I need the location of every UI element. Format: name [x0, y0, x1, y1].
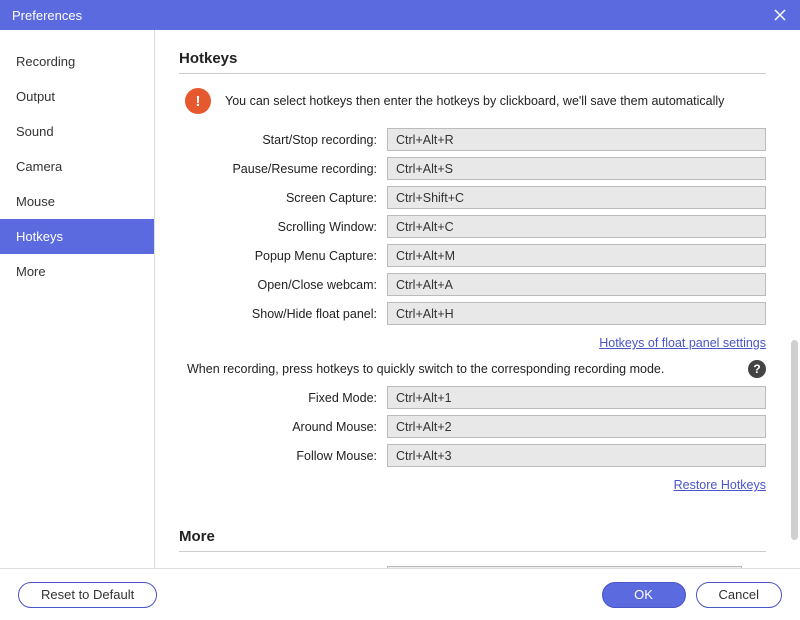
hotkey-input-scrolling-window[interactable] [387, 215, 766, 238]
hotkey-label: Pause/Resume recording: [179, 162, 387, 176]
cancel-label: Cancel [719, 587, 759, 602]
sidebar-item-hotkeys[interactable]: Hotkeys [0, 219, 154, 254]
reset-label: Reset to Default [41, 587, 134, 602]
hotkey-label: Fixed Mode: [179, 391, 387, 405]
sidebar-item-label: Mouse [16, 194, 55, 209]
hotkey-label: Open/Close webcam: [179, 278, 387, 292]
restore-hotkeys-link[interactable]: Restore Hotkeys [674, 478, 766, 492]
help-icon[interactable]: ? [748, 360, 766, 378]
reset-button[interactable]: Reset to Default [18, 582, 157, 608]
restore-link-row: Restore Hotkeys [179, 473, 766, 500]
sidebar-item-label: Output [16, 89, 55, 104]
info-row: ! You can select hotkeys then enter the … [179, 88, 766, 114]
hotkeys-heading: Hotkeys [179, 50, 766, 67]
sidebar-item-sound[interactable]: Sound [0, 114, 154, 149]
hotkey-row-follow-mouse: Follow Mouse: [179, 444, 766, 467]
hotkey-row-float-panel: Show/Hide float panel: [179, 302, 766, 325]
close-icon[interactable] [772, 7, 788, 23]
sidebar-item-label: Recording [16, 54, 75, 69]
hotkey-row-popup-menu: Popup Menu Capture: [179, 244, 766, 267]
preferences-window: Preferences Recording Output Sound Camer… [0, 0, 800, 620]
hotkey-input-start-stop[interactable] [387, 128, 766, 151]
hotkey-label: Popup Menu Capture: [179, 249, 387, 263]
sidebar-item-camera[interactable]: Camera [0, 149, 154, 184]
hotkey-row-scrolling-window: Scrolling Window: [179, 215, 766, 238]
float-panel-link-row: Hotkeys of float panel settings [179, 331, 766, 358]
capture-mode-row: Screen Capture Mode: Auto (Recommended) … [179, 566, 766, 568]
hotkey-label: Scrolling Window: [179, 220, 387, 234]
sidebar-item-more[interactable]: More [0, 254, 154, 289]
hotkey-input-pause-resume[interactable] [387, 157, 766, 180]
mode-note-text: When recording, press hotkeys to quickly… [187, 362, 740, 376]
content-wrap: Hotkeys ! You can select hotkeys then en… [155, 30, 800, 568]
cancel-button[interactable]: Cancel [696, 582, 782, 608]
sidebar-item-output[interactable]: Output [0, 79, 154, 114]
section-rule [179, 551, 766, 552]
hotkey-input-float-panel[interactable] [387, 302, 766, 325]
hotkey-row-screen-capture: Screen Capture: [179, 186, 766, 209]
hotkey-input-follow-mouse[interactable] [387, 444, 766, 467]
sidebar-item-label: Hotkeys [16, 229, 63, 244]
scrollbar[interactable] [791, 340, 798, 540]
body: Recording Output Sound Camera Mouse Hotk… [0, 30, 800, 568]
sidebar-item-label: Camera [16, 159, 62, 174]
hotkey-row-around-mouse: Around Mouse: [179, 415, 766, 438]
capture-mode-select[interactable]: Auto (Recommended) ⌄ [387, 566, 742, 568]
info-text: You can select hotkeys then enter the ho… [225, 94, 724, 108]
hotkey-input-popup-menu[interactable] [387, 244, 766, 267]
sidebar-item-label: More [16, 264, 46, 279]
hotkey-label: Show/Hide float panel: [179, 307, 387, 321]
hotkey-input-webcam[interactable] [387, 273, 766, 296]
sidebar-item-label: Sound [16, 124, 54, 139]
sidebar-item-recording[interactable]: Recording [0, 44, 154, 79]
hotkey-row-start-stop: Start/Stop recording: [179, 128, 766, 151]
hotkey-row-pause-resume: Pause/Resume recording: [179, 157, 766, 180]
hotkey-input-around-mouse[interactable] [387, 415, 766, 438]
hotkey-row-fixed-mode: Fixed Mode: [179, 386, 766, 409]
window-title: Preferences [12, 8, 772, 23]
sidebar: Recording Output Sound Camera Mouse Hotk… [0, 30, 155, 568]
alert-icon: ! [185, 88, 211, 114]
mode-note-row: When recording, press hotkeys to quickly… [179, 358, 766, 386]
sidebar-item-mouse[interactable]: Mouse [0, 184, 154, 219]
content[interactable]: Hotkeys ! You can select hotkeys then en… [155, 30, 800, 568]
hotkey-label: Around Mouse: [179, 420, 387, 434]
hotkey-label: Follow Mouse: [179, 449, 387, 463]
ok-label: OK [634, 587, 653, 602]
titlebar: Preferences [0, 0, 800, 30]
hotkey-input-fixed-mode[interactable] [387, 386, 766, 409]
hotkey-row-webcam: Open/Close webcam: [179, 273, 766, 296]
float-panel-settings-link[interactable]: Hotkeys of float panel settings [599, 336, 766, 350]
hotkey-label: Screen Capture: [179, 191, 387, 205]
hotkey-label: Start/Stop recording: [179, 133, 387, 147]
more-heading: More [179, 528, 766, 545]
ok-button[interactable]: OK [602, 582, 686, 608]
hotkey-input-screen-capture[interactable] [387, 186, 766, 209]
section-rule [179, 73, 766, 74]
footer: Reset to Default OK Cancel [0, 568, 800, 620]
